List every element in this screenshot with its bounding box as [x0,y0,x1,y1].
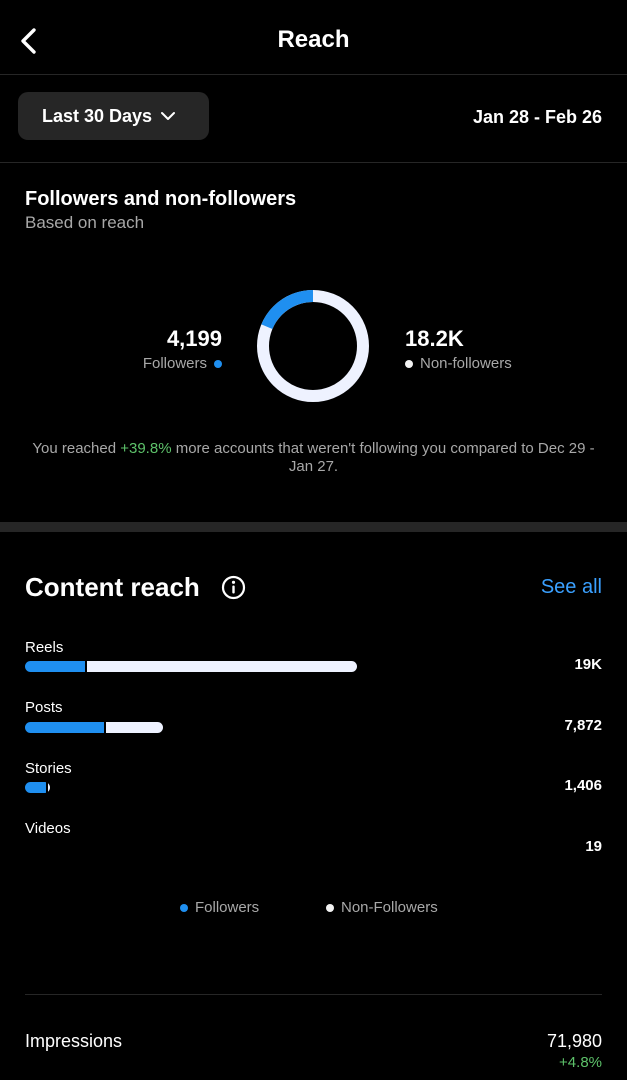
followers-stat: 4,199 Followers [143,326,222,372]
legend-followers-label: Followers [195,899,260,916]
content-reach-title: Content reach [25,572,200,602]
impressions-change: +4.8% [559,1054,602,1071]
row-label-stories: Stories [25,760,72,777]
reels-non-followers-segment [87,661,357,672]
reels-followers-segment [25,661,85,672]
info-icon[interactable] [221,575,246,600]
date-range-text: Jan 28 - Feb 26 [472,107,602,127]
non-followers-legend: Non-followers [405,355,512,372]
date-range-bar: Last 30 Days Jan 28 - Feb 26 [0,75,627,163]
followers-count: 4,199 [166,326,222,351]
audience-subtitle: Based on reach [25,213,145,232]
followers-legend: Followers [143,355,222,372]
legend-non-followers-label: Non-Followers [341,899,438,916]
non-followers-dot [405,359,413,368]
followers-label: Followers [142,355,207,372]
row-label-videos: Videos [25,820,71,837]
section-divider [0,522,627,532]
date-range-label: Last 30 Days [42,105,153,126]
posts-followers-segment [25,722,104,733]
top-bar: Reach [0,0,627,75]
impressions-value: 71,980 [546,1031,602,1051]
note-change: +39.8% [120,440,172,457]
stories-bar [25,782,50,793]
see-all-link[interactable]: See all [541,576,602,599]
impressions-divider [25,994,602,995]
row-label-posts: Posts [25,699,63,716]
stories-followers-segment [25,782,46,793]
donut-followers-arc [261,290,314,330]
non-followers-label: Non-followers [420,355,512,372]
legend-followers: Followers [180,899,259,916]
row-value-posts: 7,872 [564,717,602,734]
row-label-reels: Reels [25,639,64,656]
followers-dot [214,359,222,368]
audience-donut-chart [257,290,369,402]
date-range-dropdown[interactable]: Last 30 Days [18,92,209,140]
audience-title: Followers and non-followers [25,188,297,210]
reach-comparison-note: You reached +39.8% more accounts that we… [25,440,602,476]
row-value-stories: 1,406 [564,777,602,794]
row-value-reels: 19K [574,656,602,673]
page-title: Reach [277,26,350,53]
non-followers-count: 18.2K [405,326,464,351]
stories-non-followers-segment [48,782,50,793]
note-text-after: more accounts that weren't following you… [171,440,595,475]
posts-non-followers-segment [106,722,163,733]
impressions-label: Impressions [25,1031,123,1051]
chevron-down-icon [161,112,176,120]
reels-bar [25,661,357,672]
legend-non-followers: Non-Followers [326,899,438,916]
legend-non-followers-dot [326,903,334,912]
posts-bar [25,722,163,733]
legend-followers-dot [180,903,188,912]
note-text-before: You reached [32,440,121,457]
row-value-videos: 19 [585,838,602,855]
non-followers-stat: 18.2K Non-followers [405,326,512,372]
